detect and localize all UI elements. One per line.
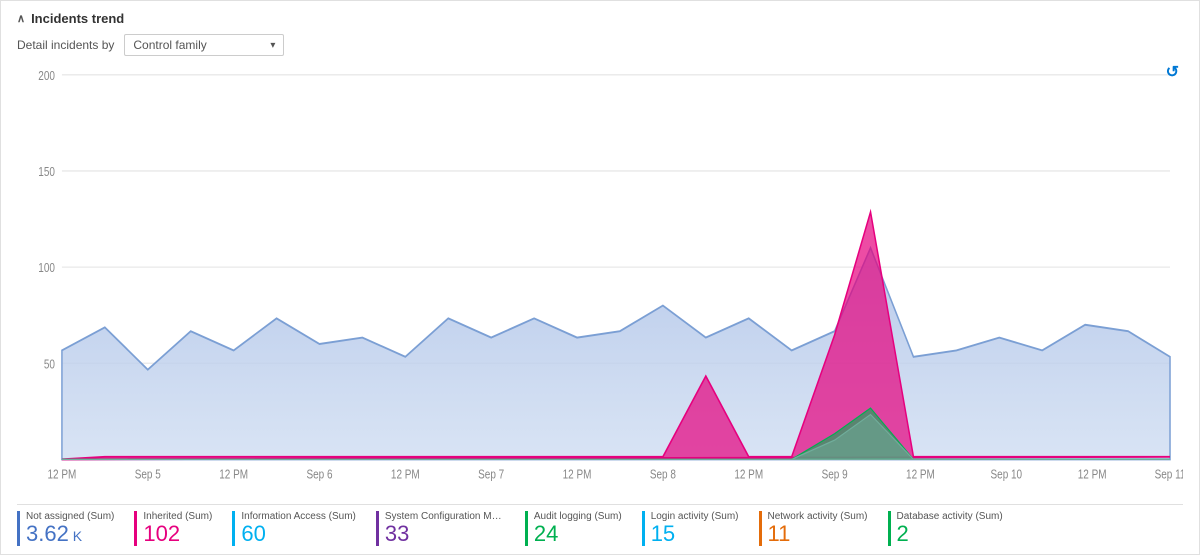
chart-svg: 200 150 100 50 12 [17, 62, 1183, 498]
svg-text:150: 150 [38, 166, 55, 179]
legend-item: Login activity (Sum)15 [642, 511, 751, 546]
widget-title: Incidents trend [31, 11, 124, 26]
legend-value: 2 [897, 522, 1003, 546]
legend-value: 33 [385, 522, 505, 546]
chart-area: ↺ 200 150 100 50 [17, 62, 1183, 500]
not-assigned-area [62, 248, 1170, 459]
svg-text:Sep 7: Sep 7 [478, 469, 504, 482]
svg-text:12 PM: 12 PM [219, 469, 248, 482]
svg-text:100: 100 [38, 262, 55, 275]
legend-item: Information Access (Sum)60 [232, 511, 367, 546]
incidents-trend-widget: ∧ Incidents trend Detail incidents by Co… [0, 0, 1200, 555]
svg-text:12 PM: 12 PM [906, 469, 935, 482]
legend-value: 60 [241, 522, 355, 546]
svg-text:Sep 8: Sep 8 [650, 469, 676, 482]
svg-text:Sep 5: Sep 5 [135, 469, 161, 482]
reset-button[interactable]: ↺ [1166, 62, 1179, 82]
svg-text:12 PM: 12 PM [48, 469, 77, 482]
legend-item: Not assigned (Sum)3.62 K [17, 511, 126, 546]
legend-value: 11 [768, 522, 868, 546]
legend-value: 24 [534, 522, 622, 546]
svg-text:12 PM: 12 PM [734, 469, 763, 482]
legend-label: Database activity (Sum) [897, 511, 1003, 522]
control-family-dropdown[interactable]: Control family ▾ [124, 34, 284, 56]
widget-header: ∧ Incidents trend [17, 11, 1183, 26]
dropdown-arrow-icon: ▾ [270, 40, 275, 51]
controls-row: Detail incidents by Control family ▾ [17, 34, 1183, 56]
legend-value: 15 [651, 522, 739, 546]
legend-value: 3.62 K [26, 522, 114, 546]
legend-item: Database activity (Sum)2 [888, 511, 1015, 546]
dropdown-value: Control family [133, 38, 206, 52]
detail-label: Detail incidents by [17, 38, 114, 52]
legend-item: Audit logging (Sum)24 [525, 511, 634, 546]
svg-text:12 PM: 12 PM [1078, 469, 1107, 482]
collapse-icon[interactable]: ∧ [17, 12, 25, 25]
svg-text:200: 200 [38, 70, 55, 83]
svg-text:50: 50 [44, 358, 55, 371]
legend-area: Not assigned (Sum)3.62 KInherited (Sum)1… [17, 504, 1183, 546]
svg-text:Sep 10: Sep 10 [991, 469, 1023, 482]
legend-item: System Configuration Mo...33 [376, 511, 517, 546]
svg-text:12 PM: 12 PM [563, 469, 592, 482]
svg-text:Sep 9: Sep 9 [822, 469, 848, 482]
legend-item: Network activity (Sum)11 [759, 511, 880, 546]
svg-text:Sep 6: Sep 6 [306, 469, 332, 482]
legend-value: 102 [143, 522, 212, 546]
legend-item: Inherited (Sum)102 [134, 511, 224, 546]
svg-text:12 PM: 12 PM [391, 469, 420, 482]
svg-text:Sep 11: Sep 11 [1155, 469, 1183, 482]
